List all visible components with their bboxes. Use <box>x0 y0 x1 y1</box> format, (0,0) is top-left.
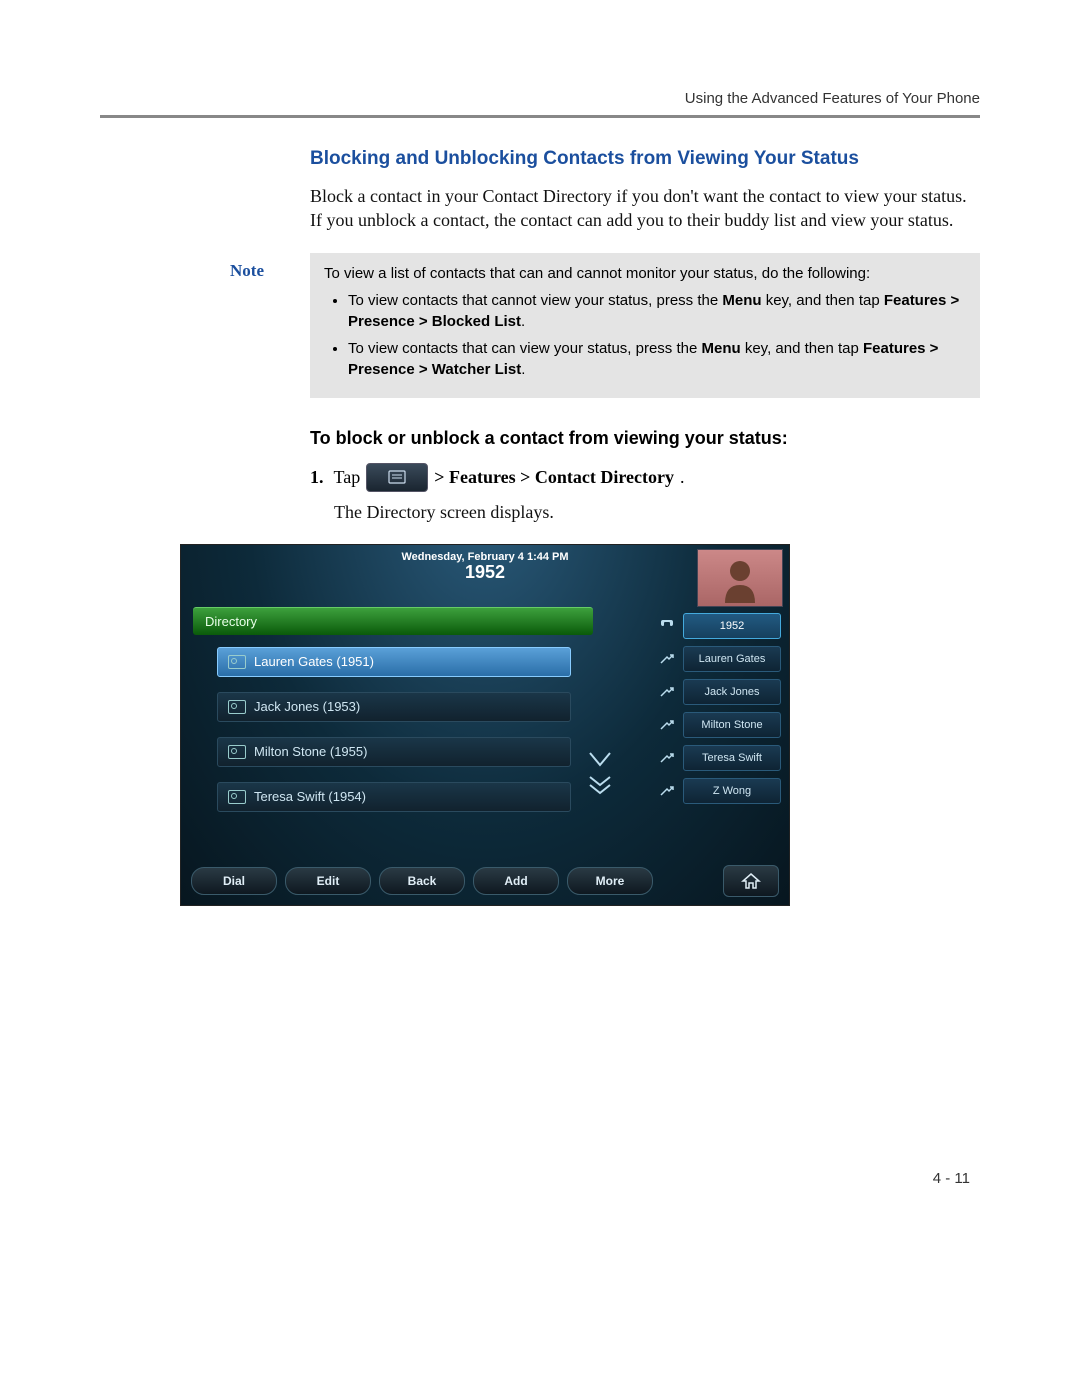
side-chip[interactable]: Teresa Swift <box>683 745 781 771</box>
side-chip[interactable]: Jack Jones <box>683 679 781 705</box>
contact-card-icon <box>228 745 246 759</box>
contact-label: Milton Stone (1955) <box>254 737 367 767</box>
note-lead: To view a list of contacts that can and … <box>324 265 870 282</box>
note-bullet-1: To view contacts that cannot view your s… <box>348 290 966 332</box>
step-tap-text: Tap <box>334 467 361 488</box>
home-button[interactable] <box>723 865 779 897</box>
side-row[interactable]: Teresa Swift <box>657 745 781 771</box>
avatar <box>697 549 783 607</box>
step-path: > Features > Contact Directory <box>434 467 674 488</box>
contact-item[interactable]: Jack Jones (1953) <box>217 692 571 722</box>
menu-icon <box>366 463 428 492</box>
side-chip[interactable]: Lauren Gates <box>683 646 781 672</box>
speed-dial-icon <box>657 752 677 764</box>
step-number: 1. <box>310 467 324 488</box>
speed-dial-icon <box>657 785 677 797</box>
speed-dial-icon <box>657 653 677 665</box>
softkey-back[interactable]: Back <box>379 867 465 895</box>
contact-item[interactable]: Milton Stone (1955) <box>217 737 571 767</box>
side-chip[interactable]: 1952 <box>683 613 781 639</box>
handset-icon <box>657 618 677 634</box>
softkey-bar: Dial Edit Back Add More <box>191 865 779 897</box>
note-label: Note <box>230 253 310 398</box>
softkey-more[interactable]: More <box>567 867 653 895</box>
contact-label: Lauren Gates (1951) <box>254 647 374 677</box>
note-bullet-2: To view contacts that can view your stat… <box>348 338 966 380</box>
softkey-add[interactable]: Add <box>473 867 559 895</box>
procedure-heading: To block or unblock a contact from viewi… <box>310 428 980 449</box>
contact-label: Teresa Swift (1954) <box>254 782 366 812</box>
side-chip[interactable]: Z Wong <box>683 778 781 804</box>
scroll-arrows[interactable] <box>587 749 613 801</box>
chevron-down-double-icon[interactable] <box>587 775 613 797</box>
section-title: Blocking and Unblocking Contacts from Vi… <box>310 148 980 170</box>
contact-card-icon <box>228 790 246 804</box>
note-box: To view a list of contacts that can and … <box>310 253 980 398</box>
contact-label: Jack Jones (1953) <box>254 692 360 722</box>
header-rule <box>100 115 980 118</box>
phone-screenshot: Wednesday, February 4 1:44 PM 1952 Direc… <box>180 544 790 906</box>
contact-card-icon <box>228 655 246 669</box>
step-1: 1. Tap > Features > Contact Directory. <box>310 463 980 492</box>
side-row[interactable]: 1952 <box>657 613 781 639</box>
contact-item[interactable]: Teresa Swift (1954) <box>217 782 571 812</box>
step-result: The Directory screen displays. <box>334 500 980 524</box>
speed-dial-icon <box>657 686 677 698</box>
side-row[interactable]: Milton Stone <box>657 712 781 738</box>
side-chip[interactable]: Milton Stone <box>683 712 781 738</box>
chevron-down-icon[interactable] <box>587 749 613 771</box>
contact-card-icon <box>228 700 246 714</box>
side-row[interactable]: Jack Jones <box>657 679 781 705</box>
contact-item[interactable]: Lauren Gates (1951) <box>217 647 571 677</box>
side-row[interactable]: Lauren Gates <box>657 646 781 672</box>
contact-list: Lauren Gates (1951) Jack Jones (1953) Mi… <box>217 647 571 827</box>
note-block: Note To view a list of contacts that can… <box>230 253 980 398</box>
side-panel: 1952 Lauren Gates Jack Jones Milton Ston… <box>657 613 781 811</box>
section-intro: Block a contact in your Contact Director… <box>310 184 980 233</box>
home-icon <box>741 872 761 890</box>
directory-title-bar: Directory <box>193 607 593 635</box>
running-header: Using the Advanced Features of Your Phon… <box>100 90 980 107</box>
softkey-edit[interactable]: Edit <box>285 867 371 895</box>
page-number: 4 - 11 <box>933 1170 970 1187</box>
speed-dial-icon <box>657 719 677 731</box>
softkey-dial[interactable]: Dial <box>191 867 277 895</box>
side-row[interactable]: Z Wong <box>657 778 781 804</box>
